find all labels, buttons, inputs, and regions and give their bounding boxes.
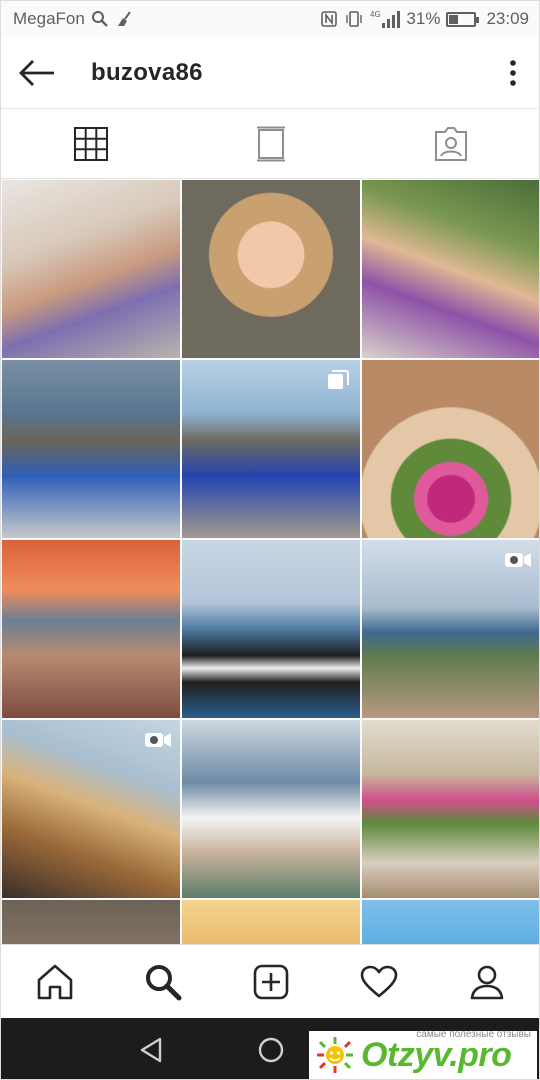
more-vertical-icon: [510, 59, 516, 86]
status-bar: MegaFon 4G 31% 23:09: [1, 1, 539, 37]
android-back-button[interactable]: [91, 1036, 211, 1064]
post-thumbnail[interactable]: [2, 180, 180, 358]
post-thumbnail[interactable]: [362, 360, 539, 538]
search-icon: [146, 964, 182, 1000]
network-label: 4G: [370, 10, 381, 19]
watermark-tagline: самые полезные отзывы: [416, 1029, 531, 1040]
grid-icon: [74, 126, 108, 161]
carrier-label: MegaFon: [13, 9, 85, 28]
video-icon: [144, 728, 172, 752]
profile-view-tabs: [1, 109, 539, 179]
tagged-user-icon: [435, 126, 467, 161]
post-thumbnail[interactable]: [2, 720, 180, 898]
tab-grid[interactable]: [1, 109, 181, 178]
post-thumbnail[interactable]: [182, 180, 360, 358]
tab-feed[interactable]: [181, 109, 361, 178]
signal-icon: 4G: [370, 9, 401, 29]
nav-profile[interactable]: [433, 945, 539, 1018]
add-post-icon: [253, 964, 289, 999]
back-triangle-icon: [140, 1037, 162, 1062]
post-thumbnail[interactable]: [182, 360, 360, 538]
search-status-icon: [91, 10, 109, 28]
clock: 23:09: [486, 9, 529, 28]
post-thumbnail[interactable]: [2, 900, 180, 944]
bottom-navigation: [1, 944, 539, 1018]
heart-icon: [360, 965, 398, 997]
post-thumbnail[interactable]: [2, 540, 180, 718]
home-circle-icon: [258, 1037, 284, 1062]
feed-icon: [257, 126, 285, 161]
post-thumbnail[interactable]: [182, 540, 360, 718]
watermark: самые полезные отзывы Otzyv.pro: [309, 1029, 537, 1079]
post-thumbnail[interactable]: [182, 720, 360, 898]
arrow-left-icon: [19, 59, 54, 86]
watermark-logo-icon: [309, 1035, 357, 1075]
nav-search[interactable]: [109, 945, 217, 1018]
home-icon: [37, 964, 73, 999]
battery-percent: 31%: [406, 9, 441, 28]
watermark-brand: Otzyv.pro: [361, 1035, 512, 1074]
nav-activity[interactable]: [325, 945, 433, 1018]
app-window: MegaFon 4G 31% 23:09 buzova86 самые поле…: [0, 0, 540, 1080]
profile-header: buzova86: [1, 37, 539, 109]
more-options-button[interactable]: [485, 37, 539, 109]
post-thumbnail[interactable]: [362, 540, 539, 718]
tab-tagged[interactable]: [361, 109, 539, 178]
nfc-icon: [320, 10, 338, 28]
back-button[interactable]: [1, 37, 73, 109]
posts-grid: [2, 180, 539, 944]
nav-new-post[interactable]: [217, 945, 325, 1018]
post-thumbnail[interactable]: [2, 360, 180, 538]
post-thumbnail[interactable]: [182, 900, 360, 944]
battery-icon: [446, 11, 480, 27]
post-thumbnail[interactable]: [362, 180, 539, 358]
post-thumbnail[interactable]: [362, 900, 539, 944]
profile-username: buzova86: [91, 58, 203, 86]
nav-home[interactable]: [1, 945, 109, 1018]
cleaner-status-icon: [115, 10, 133, 28]
vibrate-icon: [344, 10, 364, 28]
video-icon: [504, 548, 532, 572]
battery-fill: [449, 14, 458, 24]
carousel-icon: [324, 368, 352, 392]
profile-icon: [470, 965, 504, 999]
post-thumbnail[interactable]: [362, 720, 539, 898]
